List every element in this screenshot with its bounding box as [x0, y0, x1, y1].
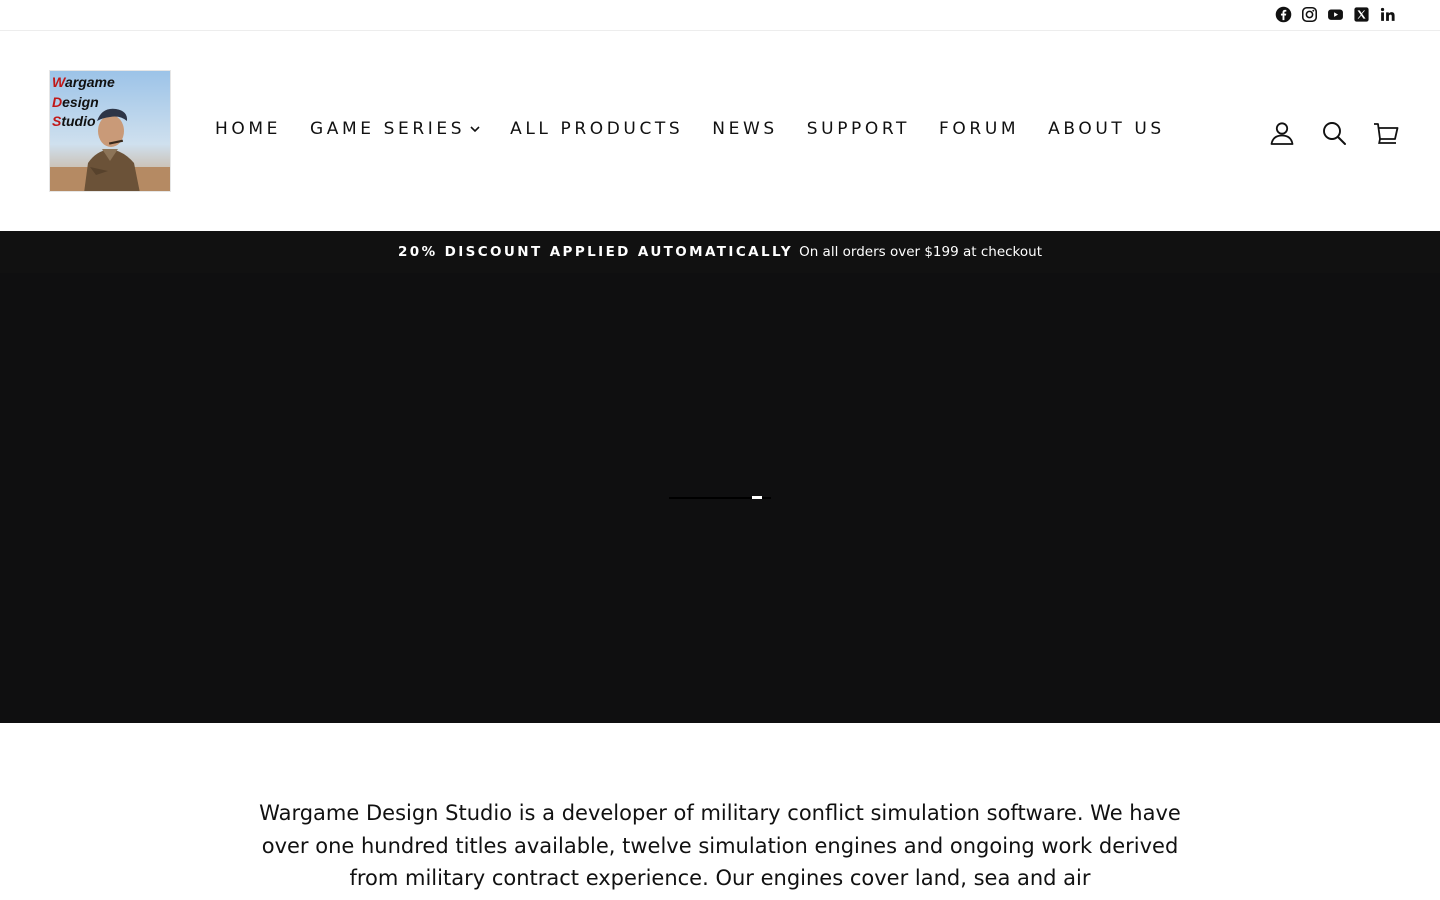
promo-highlight: 20% DISCOUNT APPLIED AUTOMATICALLY — [397, 244, 794, 260]
promo-text: On all orders over $199 at checkout — [799, 244, 1042, 260]
slideshow-loader — [669, 496, 771, 500]
linkedin-icon[interactable] — [1379, 6, 1396, 23]
x-icon[interactable] — [1353, 6, 1370, 23]
nav-about-us[interactable]: ABOUT US — [1048, 119, 1165, 139]
facebook-icon[interactable] — [1275, 6, 1292, 23]
social-bar — [0, 0, 1440, 31]
nav-support-label: SUPPORT — [806, 119, 911, 139]
nav-all-products-label: ALL PRODUCTS — [510, 119, 684, 139]
logo-line-2: Design — [52, 93, 99, 110]
nav-forum-label: FORUM — [939, 119, 1020, 139]
nav-news[interactable]: NEWS — [712, 119, 777, 139]
header-actions — [1268, 119, 1400, 147]
intro-paragraph: Wargame Design Studio is a developer of … — [259, 801, 1181, 890]
nav-forum[interactable]: FORUM — [939, 119, 1019, 139]
nav-home[interactable]: HOME — [215, 119, 281, 139]
hero-section: 20% DISCOUNT APPLIED AUTOMATICALLY On al… — [0, 231, 1440, 723]
youtube-icon[interactable] — [1327, 6, 1344, 23]
main-nav: HOME GAME SERIES ALL PRODUCTS NEWS SUPPO… — [215, 119, 1194, 139]
nav-all-products[interactable]: ALL PRODUCTS — [510, 119, 683, 139]
chevron-down-icon — [469, 123, 481, 135]
nav-game-series[interactable]: GAME SERIES — [310, 119, 481, 139]
nav-support[interactable]: SUPPORT — [807, 119, 910, 139]
user-icon[interactable] — [1268, 119, 1296, 147]
nav-about-us-label: ABOUT US — [1048, 119, 1165, 139]
site-logo[interactable]: Wargame Design Studio — [49, 70, 171, 192]
logo-line-1: Wargame — [52, 74, 115, 90]
logo-line-3: Studio — [52, 113, 96, 129]
loader-bar — [752, 496, 762, 499]
instagram-icon[interactable] — [1301, 6, 1318, 23]
search-icon[interactable] — [1320, 119, 1348, 147]
social-links — [1275, 6, 1396, 23]
promo-banner[interactable]: 20% DISCOUNT APPLIED AUTOMATICALLY On al… — [0, 231, 1440, 273]
site-header: Wargame Design Studio HOME GAME SERIES A… — [0, 31, 1440, 231]
nav-news-label: NEWS — [712, 119, 778, 139]
cart-icon[interactable] — [1372, 119, 1400, 147]
logo-wordmark: Wargame Design Studio — [52, 73, 115, 132]
nav-home-label: HOME — [215, 119, 281, 139]
nav-game-series-label: GAME SERIES — [309, 119, 466, 139]
